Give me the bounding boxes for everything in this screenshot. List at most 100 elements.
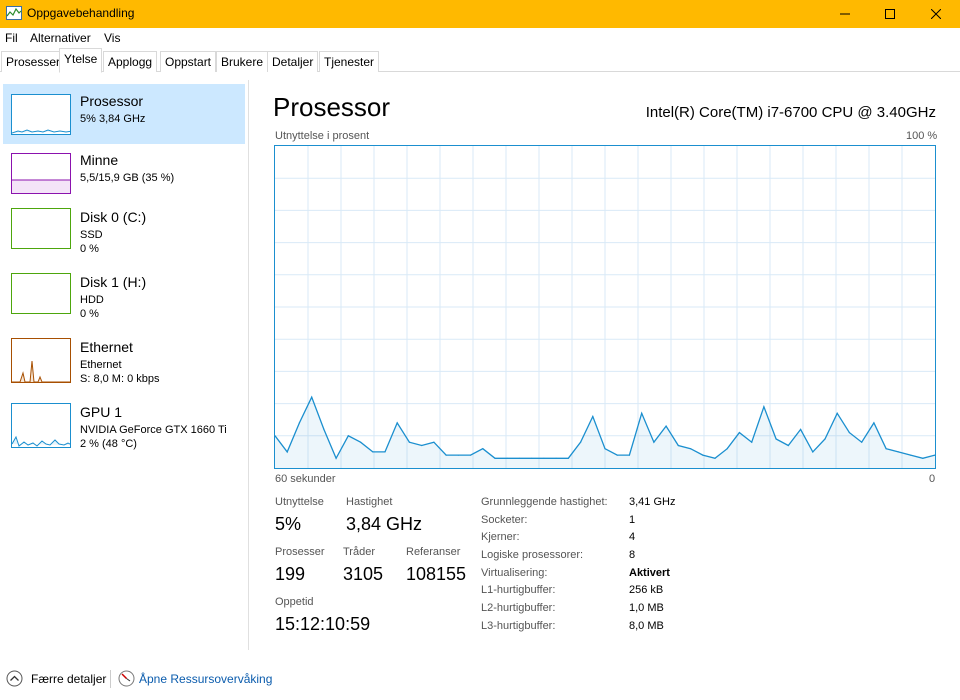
cpu-data-point bbox=[836, 412, 838, 414]
processes-value: 199 bbox=[275, 564, 306, 584]
cpu-data-point bbox=[531, 457, 533, 459]
tab-services[interactable]: Tjenester bbox=[319, 51, 380, 72]
cpu-data-point bbox=[335, 457, 337, 459]
cpu-data-point bbox=[714, 457, 716, 459]
sidebar-item-sub: 5% 3,84 GHz bbox=[80, 113, 146, 125]
title-bar: Oppgavebehandling bbox=[0, 0, 960, 28]
sidebar-item-disk1[interactable]: Disk 1 (H:) HDD 0 % bbox=[3, 267, 245, 327]
tab-strip: Prosesser Ytelse Applogg Oppstart Bruker… bbox=[0, 48, 960, 73]
tab-users[interactable]: Brukere bbox=[216, 51, 269, 72]
cpu-data-point bbox=[628, 454, 630, 456]
sidebar-item-label: Ethernet bbox=[80, 339, 133, 355]
detail-value: 1 bbox=[629, 514, 636, 526]
menu-view[interactable]: Vis bbox=[104, 31, 120, 45]
footer-bar: Færre detaljer Åpne Ressursovervåking bbox=[0, 666, 960, 694]
disk1-thumbnail bbox=[11, 273, 71, 314]
cpu-data-point bbox=[751, 441, 753, 443]
sidebar-item-sub: HDD bbox=[80, 294, 104, 306]
cpu-utilization-graph bbox=[274, 145, 936, 469]
sidebar-item-label: Minne bbox=[80, 152, 119, 168]
threads-value: 3105 bbox=[343, 564, 384, 584]
detail-value: 3,41 GHz bbox=[629, 496, 676, 508]
cpu-data-point bbox=[347, 435, 349, 437]
cpu-data-point bbox=[543, 457, 545, 459]
sidebar-item-cpu[interactable]: Prosessor 5% 3,84 GHz bbox=[3, 84, 245, 144]
memory-thumbnail bbox=[11, 153, 71, 194]
detail-label: Virtualisering: bbox=[481, 567, 548, 579]
handles-label: Referanser bbox=[406, 546, 461, 558]
graph-max-label: 100 % bbox=[906, 130, 938, 142]
menu-options[interactable]: Alternativer bbox=[30, 31, 91, 45]
menu-file[interactable]: Fil bbox=[5, 31, 18, 45]
cpu-data-point bbox=[482, 448, 484, 450]
detail-value: 4 bbox=[629, 531, 636, 543]
maximize-button[interactable] bbox=[867, 0, 913, 28]
cpu-mini-graph bbox=[12, 129, 70, 134]
detail-label: Socketer: bbox=[481, 514, 528, 526]
cpu-data-point bbox=[763, 406, 765, 408]
cpu-data-point bbox=[641, 412, 643, 414]
ethernet-thumbnail bbox=[11, 338, 71, 383]
task-manager-icon bbox=[6, 6, 22, 20]
tab-app-history[interactable]: Applogg bbox=[103, 51, 158, 72]
graph-time-label: 60 sekunder bbox=[275, 473, 336, 485]
cpu-data-point bbox=[604, 448, 606, 450]
utilization-value: 5% bbox=[275, 514, 302, 534]
sidebar-item-sub2: S: 8,0 M: 0 kbps bbox=[80, 373, 160, 385]
detail-value: 8 bbox=[629, 549, 636, 561]
close-button[interactable] bbox=[913, 0, 959, 28]
cpu-data-point bbox=[421, 444, 423, 447]
cpu-data-point bbox=[433, 441, 435, 443]
sidebar-item-label: Disk 1 (H:) bbox=[80, 274, 147, 290]
cpu-data-point bbox=[384, 451, 386, 453]
resource-monitor-icon bbox=[118, 670, 135, 687]
detail-value: 256 kB bbox=[629, 584, 664, 596]
cpu-data-point bbox=[787, 444, 789, 447]
sidebar-item-gpu[interactable]: GPU 1 NVIDIA GeForce GTX 1660 Ti 2 % (48… bbox=[3, 397, 245, 457]
cpu-data-point bbox=[494, 457, 496, 459]
cpu-data-point bbox=[506, 457, 508, 459]
cpu-data-point bbox=[360, 441, 362, 443]
sidebar-item-sub: 5,5/15,9 GB (35 %) bbox=[80, 172, 175, 184]
cpu-data-point bbox=[653, 441, 655, 443]
cpu-data-point bbox=[580, 441, 582, 443]
close-icon bbox=[931, 9, 941, 19]
menu-bar: Fil Alternativer Vis bbox=[0, 28, 960, 48]
cpu-data-point bbox=[885, 448, 887, 450]
sidebar-item-disk0[interactable]: Disk 0 (C:) SSD 0 % bbox=[3, 202, 245, 262]
page-title: Prosessor bbox=[273, 92, 391, 122]
detail-value: 1,0 MB bbox=[629, 602, 664, 614]
sidebar-item-ethernet[interactable]: Ethernet Ethernet S: 8,0 M: 0 kbps bbox=[3, 332, 245, 392]
disk0-thumbnail bbox=[11, 208, 71, 249]
sidebar-item-memory[interactable]: Minne 5,5/15,9 GB (35 %) bbox=[3, 143, 245, 203]
cpu-data-point bbox=[470, 454, 472, 456]
cpu-data-point bbox=[665, 425, 667, 427]
tab-performance[interactable]: Ytelse bbox=[59, 48, 103, 73]
chevron-up-icon[interactable] bbox=[6, 670, 23, 687]
cpu-data-point bbox=[812, 451, 814, 453]
uptime-label: Oppetid bbox=[275, 596, 314, 608]
cpu-data-point bbox=[910, 454, 912, 456]
tab-startup[interactable]: Oppstart bbox=[160, 51, 217, 72]
cpu-data-point bbox=[677, 444, 679, 447]
memory-mini-graph bbox=[12, 179, 70, 193]
open-resource-monitor-link[interactable]: Åpne Ressursovervåking bbox=[139, 672, 272, 686]
gpu-mini-graph bbox=[12, 435, 70, 447]
sidebar-item-label: GPU 1 bbox=[80, 404, 123, 420]
sidebar-item-sub: SSD bbox=[80, 229, 103, 241]
cpu-data-point bbox=[775, 438, 777, 440]
sidebar-item-sub2: 2 % (48 °C) bbox=[80, 438, 137, 450]
maximize-icon bbox=[885, 9, 895, 19]
sidebar-item-label: Disk 0 (C:) bbox=[80, 209, 147, 225]
cpu-data-point bbox=[323, 428, 325, 430]
minimize-button[interactable] bbox=[822, 0, 868, 28]
tab-details[interactable]: Detaljer bbox=[267, 51, 319, 72]
cpu-data-point bbox=[445, 454, 447, 456]
fewer-details-link[interactable]: Færre detaljer bbox=[31, 672, 106, 686]
cpu-data-point bbox=[408, 441, 410, 443]
minimize-icon bbox=[840, 13, 850, 15]
footer-divider bbox=[110, 670, 111, 688]
detail-label: Logiske prosessorer: bbox=[481, 549, 584, 561]
processes-label: Prosesser bbox=[275, 546, 325, 558]
tab-processes[interactable]: Prosesser bbox=[1, 51, 66, 72]
